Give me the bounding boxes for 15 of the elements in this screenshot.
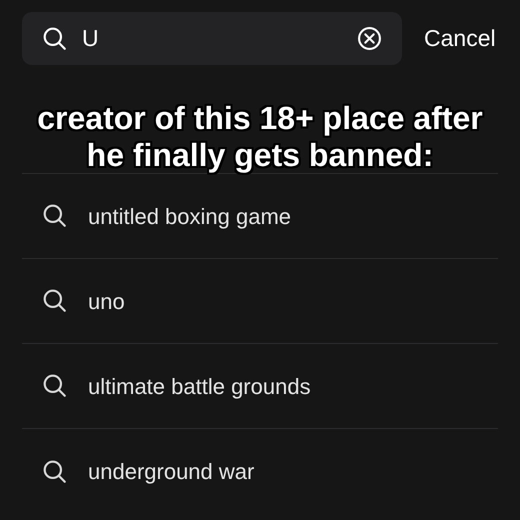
suggestion-item[interactable]: underground war [22, 429, 498, 514]
search-icon [42, 373, 68, 399]
search-icon [42, 26, 68, 52]
search-field[interactable]: U [22, 12, 402, 65]
suggestion-item[interactable]: uno [22, 259, 498, 344]
meme-caption: creator of this 18+ place after [37, 100, 483, 137]
meme-caption: he finally gets banned: [86, 137, 434, 174]
cancel-button[interactable]: Cancel [424, 21, 496, 56]
clear-icon[interactable] [357, 26, 382, 51]
suggestion-item[interactable]: untitled boxing game [22, 174, 498, 259]
search-icon [42, 288, 68, 314]
search-icon [42, 458, 68, 484]
suggestion-item[interactable]: ultimate battle grounds [22, 344, 498, 429]
search-text: U [82, 24, 100, 54]
search-icon [42, 203, 68, 229]
